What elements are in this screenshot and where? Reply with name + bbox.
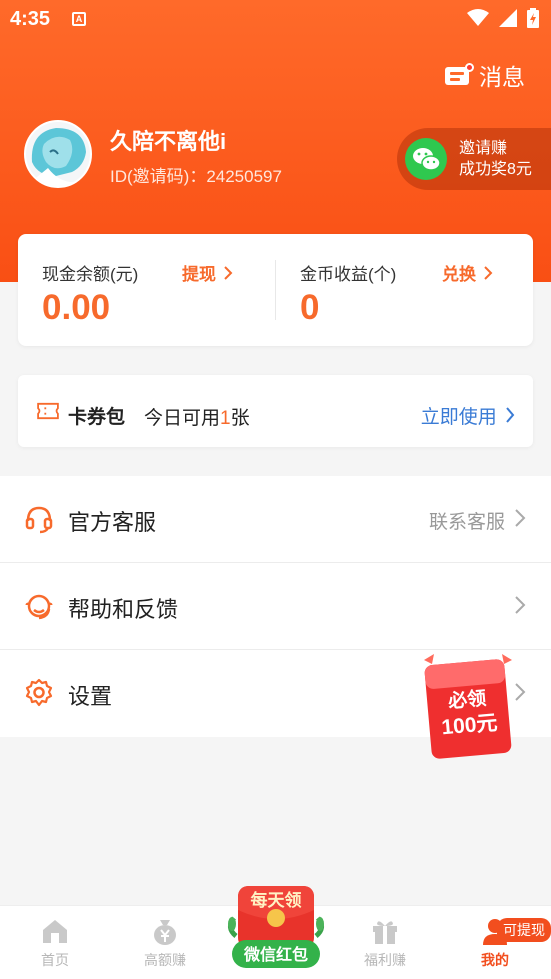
menu-label: 官方客服: [68, 510, 157, 535]
money-bag-icon: [154, 920, 176, 945]
user-id: ID(邀请码)：24250597: [110, 167, 282, 186]
unread-dot: [465, 63, 474, 72]
headset-icon: [25, 506, 53, 534]
center-tab-top-text: 每天领: [251, 890, 302, 910]
message-button[interactable]: 消息: [445, 58, 525, 92]
coupon-card[interactable]: 卡券包 今日可用1张 立即使用: [18, 375, 533, 447]
use-now-link[interactable]: 立即使用: [421, 402, 515, 429]
tab-home[interactable]: 首页: [15, 916, 95, 970]
tab-wechat-red-envelope[interactable]: 每天领 微信红包: [222, 884, 330, 972]
tab-label: 首页: [41, 952, 69, 968]
chevron-right-icon: [224, 266, 233, 280]
wechat-icon: [405, 138, 447, 180]
tab-welfare[interactable]: 福利赚: [345, 916, 425, 970]
menu-item-customer-service[interactable]: 官方客服 联系客服: [0, 476, 551, 563]
username: 久陪不离他i: [110, 129, 227, 154]
ticket-icon: [37, 402, 59, 420]
menu-item-help-feedback[interactable]: 帮助和反馈: [0, 563, 551, 650]
withdraw-link[interactable]: 提现: [182, 260, 233, 285]
coupon-count: 1: [220, 408, 231, 429]
cash-balance-section: 现金余额(元) 提现 0.00: [18, 234, 275, 346]
message-label: 消息: [479, 64, 525, 90]
invite-line2: 成功奖8元: [459, 161, 532, 178]
invite-button[interactable]: 邀请赚 成功奖8元: [397, 128, 551, 190]
notification-a-icon: A: [72, 12, 86, 26]
status-icons: [467, 8, 539, 28]
chevron-right-icon: [506, 407, 515, 423]
center-tab-label: 微信红包: [243, 945, 308, 964]
menu-label: 设置: [68, 684, 113, 709]
message-icon: [445, 63, 474, 87]
floating-red-packet-icon[interactable]: 必领 100元: [420, 650, 516, 762]
signal-icon: [499, 9, 517, 27]
chevron-right-icon: [515, 596, 526, 614]
gear-icon: [25, 678, 53, 707]
status-time: 4:35: [10, 8, 51, 30]
exchange-label: 兑换: [442, 265, 476, 284]
red-packet-line2: 100元: [441, 712, 499, 740]
tab-label: 高额赚: [144, 952, 186, 968]
chevron-right-icon: [484, 266, 493, 280]
chevron-right-icon: [515, 509, 526, 527]
coupon-title: 卡券包: [68, 407, 126, 428]
coin-balance-section: 金币收益(个) 兑换 0: [276, 234, 533, 346]
tab-high-earn[interactable]: 高额赚: [125, 916, 205, 970]
withdraw-label: 提现: [182, 265, 216, 284]
menu-label: 帮助和反馈: [68, 597, 179, 622]
exchange-link[interactable]: 兑换: [442, 260, 493, 285]
coupon-desc: 今日可用1张: [144, 408, 250, 429]
gift-icon: [373, 921, 397, 944]
invite-text: 邀请赚 成功奖8元: [459, 138, 532, 180]
coin-balance-value: 0: [300, 288, 320, 327]
avatar[interactable]: [24, 120, 92, 188]
cash-balance-value: 0.00: [42, 288, 111, 327]
cash-balance-label: 现金余额(元): [42, 265, 139, 284]
invite-line1: 邀请赚: [459, 140, 508, 157]
wifi-icon: [467, 9, 489, 26]
battery-icon: [527, 8, 539, 28]
withdrawable-badge: 可提现: [497, 918, 551, 942]
support-agent-icon: [25, 594, 53, 620]
contact-service-text: 联系客服: [428, 512, 505, 533]
balance-card: 现金余额(元) 提现 0.00 金币收益(个) 兑换 0: [18, 234, 533, 346]
red-packet-line1: 必领: [446, 686, 487, 712]
home-icon: [43, 920, 67, 943]
coin-balance-label: 金币收益(个): [300, 265, 397, 284]
tab-label: 福利赚: [364, 952, 406, 968]
use-now-label: 立即使用: [420, 407, 497, 428]
status-bar: 4:35 A: [0, 0, 551, 40]
tab-label: 我的: [481, 952, 509, 968]
